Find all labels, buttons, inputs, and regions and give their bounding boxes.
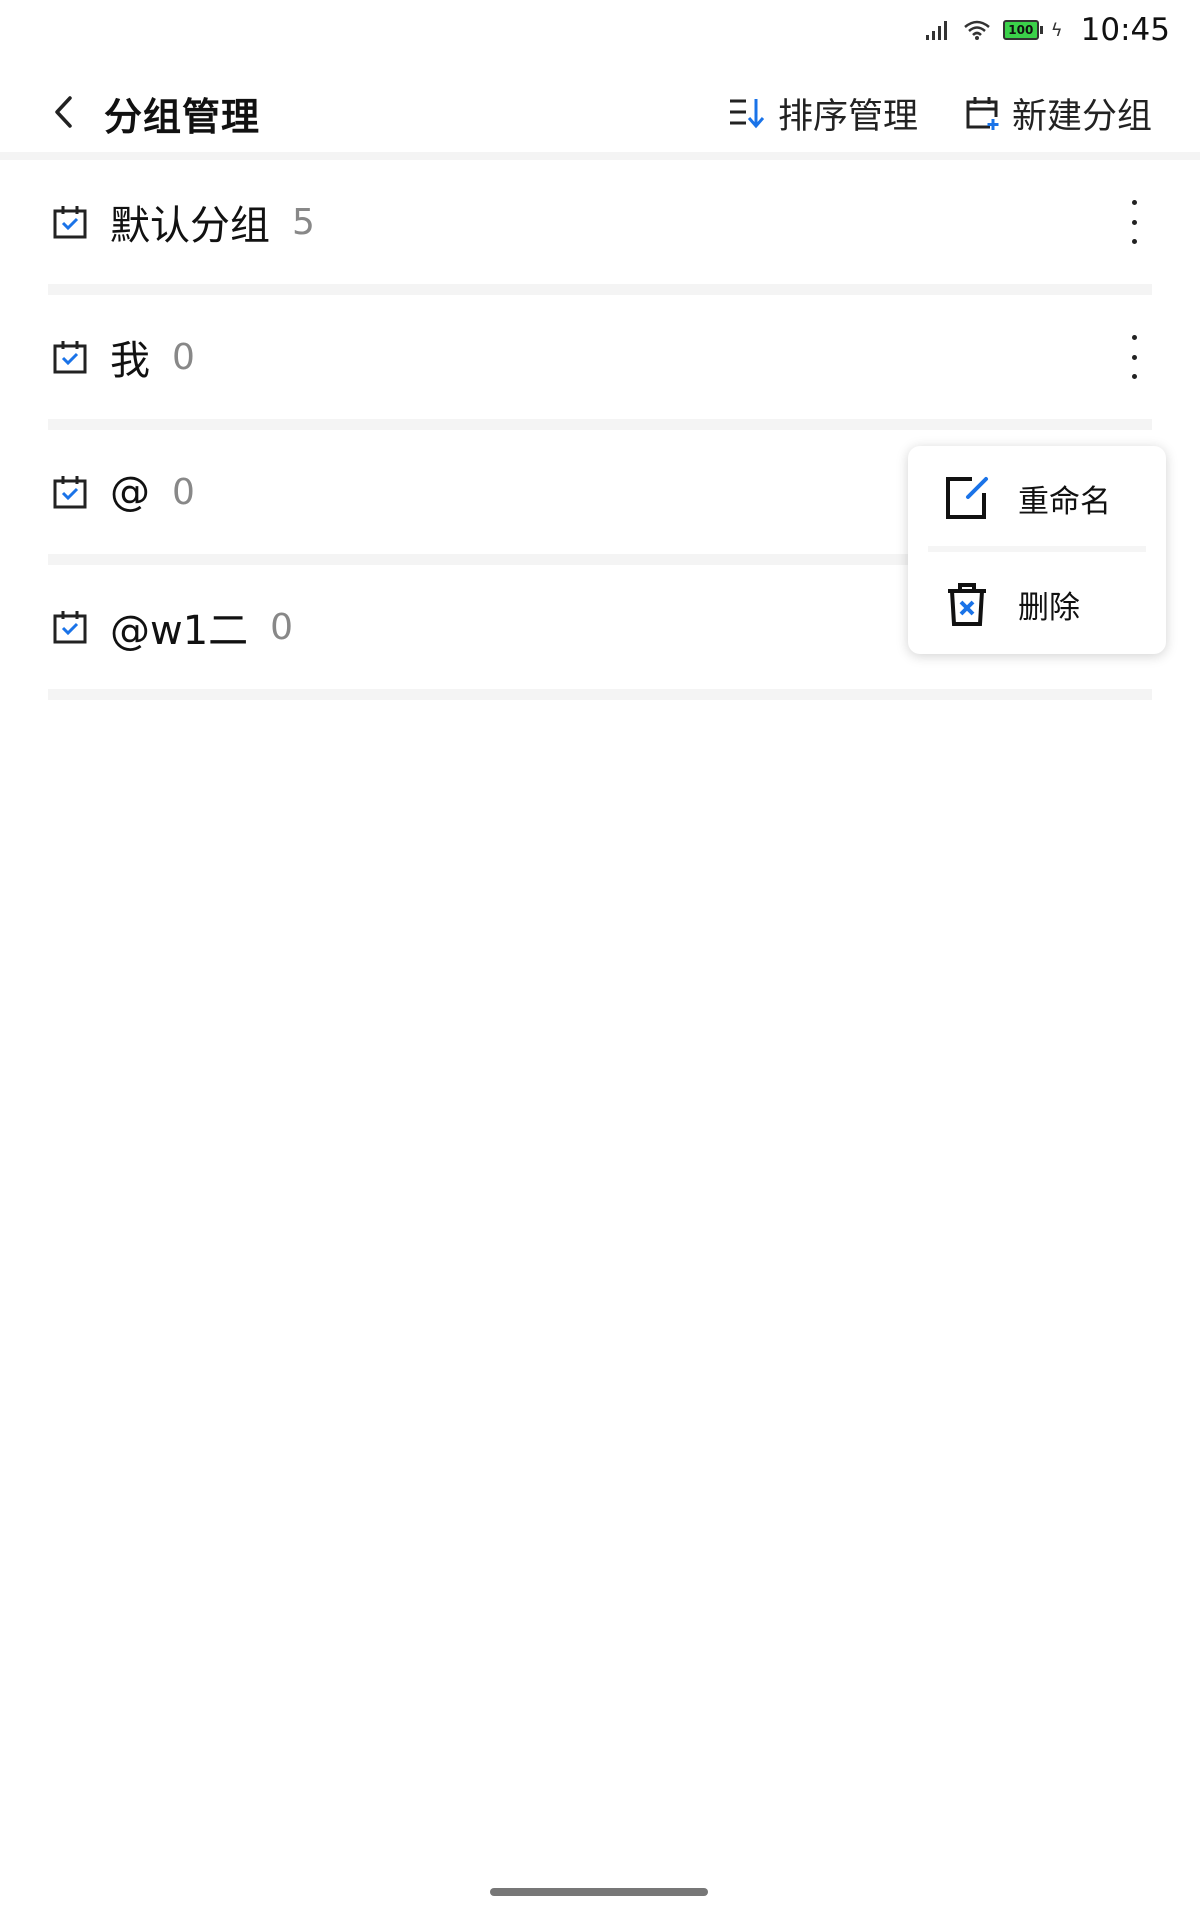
screen: 100 ϟ 10:45 分组管理 排序管理 新建分组 默认分组 5 我 0 @ …	[0, 0, 1200, 1920]
more-icon[interactable]	[1122, 200, 1146, 244]
menu-divider	[928, 546, 1146, 552]
wifi-icon	[963, 20, 990, 40]
status-time: 10:45	[1080, 12, 1170, 48]
more-icon[interactable]	[1122, 335, 1146, 379]
battery-level: 100	[1008, 23, 1034, 37]
group-name: 默认分组	[110, 203, 270, 249]
status-bar: 100 ϟ 10:45	[0, 0, 1200, 60]
context-menu: 重命名 删除	[908, 446, 1166, 654]
delete-label: 删除	[1018, 589, 1080, 626]
row-divider	[48, 689, 1152, 700]
calendar-check-icon	[53, 206, 87, 239]
calendar-add-icon	[966, 97, 999, 130]
new-group-label: 新建分组	[1012, 96, 1153, 137]
header-divider	[0, 152, 1200, 160]
delete-menu-item[interactable]: 删除	[908, 556, 1166, 652]
group-count: 0	[172, 336, 195, 378]
sort-manage-button[interactable]: 排序管理	[728, 90, 919, 137]
charging-icon: ϟ	[1050, 19, 1063, 41]
group-name: 我	[110, 338, 150, 384]
sort-icon	[730, 99, 765, 129]
group-count: 0	[270, 606, 294, 648]
row-divider	[48, 419, 1152, 430]
group-count: 0	[172, 471, 195, 513]
rename-menu-item[interactable]: 重命名	[908, 450, 1166, 546]
chevron-left-icon	[55, 96, 72, 128]
app-bar: 分组管理 排序管理 新建分组	[0, 70, 1200, 154]
group-name: @	[110, 469, 150, 515]
back-button[interactable]	[44, 92, 84, 132]
group-row-default[interactable]: 默认分组 5	[48, 160, 1152, 284]
signal-icon	[925, 21, 947, 40]
home-indicator[interactable]	[490, 1888, 708, 1896]
row-divider	[48, 284, 1152, 295]
trash-icon	[948, 583, 986, 626]
page-title: 分组管理	[104, 95, 261, 139]
sort-manage-label: 排序管理	[778, 96, 919, 137]
group-count: 5	[292, 201, 315, 243]
group-name: @w1二	[110, 608, 249, 654]
rename-label: 重命名	[1018, 483, 1111, 520]
battery-icon: 100	[1002, 20, 1043, 40]
new-group-button[interactable]: 新建分组	[964, 90, 1153, 137]
group-row-me[interactable]: 我 0	[48, 295, 1152, 419]
calendar-check-icon	[53, 341, 87, 374]
calendar-check-icon	[53, 611, 87, 644]
calendar-check-icon	[53, 476, 87, 509]
edit-icon	[946, 477, 988, 519]
